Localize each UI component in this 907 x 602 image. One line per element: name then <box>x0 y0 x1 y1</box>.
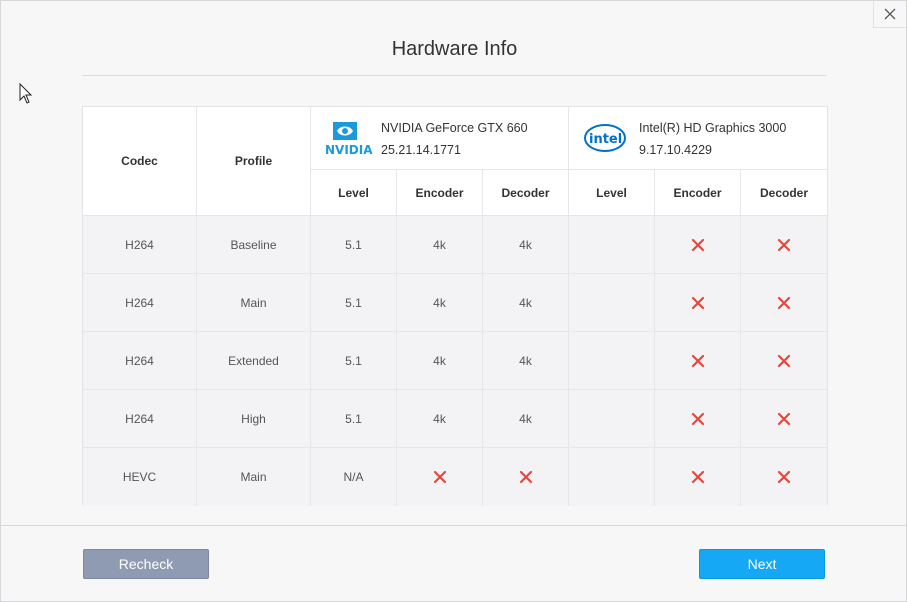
header-profile: Profile <box>197 107 311 216</box>
unsupported-x-icon <box>777 296 791 309</box>
unsupported-x-icon <box>777 354 791 367</box>
gpu-header-nvidia: NVIDIA NVIDIA GeForce GTX 660 25.21.14.1… <box>311 107 569 170</box>
cell-profile: Baseline <box>197 216 311 274</box>
header-intel-level: Level <box>569 170 655 216</box>
cell-intel-level <box>569 332 655 390</box>
cell-profile: Main <box>197 274 311 332</box>
unsupported-x-icon <box>777 238 791 251</box>
cell-profile: High <box>197 390 311 448</box>
cell-nvidia-decoder: 4k <box>483 274 569 332</box>
unsupported-x-icon <box>777 412 791 425</box>
cell-intel-decoder <box>741 448 827 506</box>
close-icon <box>884 8 896 20</box>
cell-intel-encoder <box>655 332 741 390</box>
recheck-button[interactable]: Recheck <box>83 549 209 579</box>
title-divider <box>82 75 827 76</box>
footer-divider <box>1 525 907 526</box>
unsupported-x-icon <box>691 412 704 425</box>
cell-nvidia-encoder: 4k <box>397 216 483 274</box>
cell-codec: H264 <box>83 216 197 274</box>
cell-nvidia-encoder: 4k <box>397 390 483 448</box>
cell-intel-level <box>569 448 655 506</box>
cell-intel-level <box>569 216 655 274</box>
cell-intel-encoder <box>655 274 741 332</box>
cell-intel-encoder <box>655 448 741 506</box>
gpu-version-intel: 9.17.10.4229 <box>639 143 712 157</box>
intel-logo-text: intel <box>589 132 622 147</box>
cell-nvidia-decoder <box>483 448 569 506</box>
cell-nvidia-decoder: 4k <box>483 332 569 390</box>
header-intel-decoder: Decoder <box>741 170 827 216</box>
gpu-name-intel: Intel(R) HD Graphics 3000 <box>639 121 787 135</box>
intel-logo-icon: intel <box>584 124 626 152</box>
cell-intel-decoder <box>741 390 827 448</box>
cell-nvidia-encoder: 4k <box>397 274 483 332</box>
cell-nvidia-decoder: 4k <box>483 216 569 274</box>
dialog-title: Hardware Info <box>391 38 518 60</box>
cell-intel-decoder <box>741 216 827 274</box>
unsupported-x-icon <box>691 354 704 367</box>
cell-nvidia-level: 5.1 <box>311 274 397 332</box>
cell-nvidia-level: 5.1 <box>311 332 397 390</box>
unsupported-x-icon <box>691 238 704 251</box>
header-nvidia-level: Level <box>311 170 397 216</box>
close-button[interactable] <box>873 1 906 28</box>
cell-nvidia-encoder <box>397 448 483 506</box>
header-intel-encoder: Encoder <box>655 170 741 216</box>
cell-nvidia-level: 5.1 <box>311 390 397 448</box>
header-nvidia-encoder: Encoder <box>397 170 483 216</box>
nvidia-logo-text: NVIDIA <box>325 143 373 156</box>
header-nvidia-decoder: Decoder <box>483 170 569 216</box>
unsupported-x-icon <box>691 296 704 309</box>
cell-codec: H264 <box>83 390 197 448</box>
cell-intel-level <box>569 390 655 448</box>
header-codec: Codec <box>83 107 197 216</box>
unsupported-x-icon <box>777 470 791 484</box>
unsupported-x-icon <box>691 470 704 484</box>
hardware-table: Codec Profile NVIDIA NVIDIA GeForce GTX … <box>82 106 828 506</box>
cell-nvidia-level: 5.1 <box>311 216 397 274</box>
unsupported-x-icon <box>519 470 532 484</box>
cell-nvidia-decoder: 4k <box>483 390 569 448</box>
cell-profile: Main <box>197 448 311 506</box>
next-button[interactable]: Next <box>699 549 825 579</box>
nvidia-logo-icon: NVIDIA <box>325 122 373 156</box>
cell-intel-decoder <box>741 332 827 390</box>
cell-intel-encoder <box>655 216 741 274</box>
cell-intel-decoder <box>741 274 827 332</box>
cell-codec: HEVC <box>83 448 197 506</box>
hardware-info-dialog: Hardware Info Codec Profile NVIDIA NVIDI… <box>0 0 907 602</box>
cell-codec: H264 <box>83 332 197 390</box>
cell-intel-level <box>569 274 655 332</box>
cell-nvidia-level: N/A <box>311 448 397 506</box>
cell-intel-encoder <box>655 390 741 448</box>
unsupported-x-icon <box>433 470 446 484</box>
gpu-header-intel: intel Intel(R) HD Graphics 3000 9.17.10.… <box>569 107 827 170</box>
gpu-name-nvidia: NVIDIA GeForce GTX 660 <box>381 121 528 135</box>
cell-profile: Extended <box>197 332 311 390</box>
mouse-pointer-icon <box>19 83 33 104</box>
cell-nvidia-encoder: 4k <box>397 332 483 390</box>
cell-codec: H264 <box>83 274 197 332</box>
gpu-version-nvidia: 25.21.14.1771 <box>381 143 461 157</box>
